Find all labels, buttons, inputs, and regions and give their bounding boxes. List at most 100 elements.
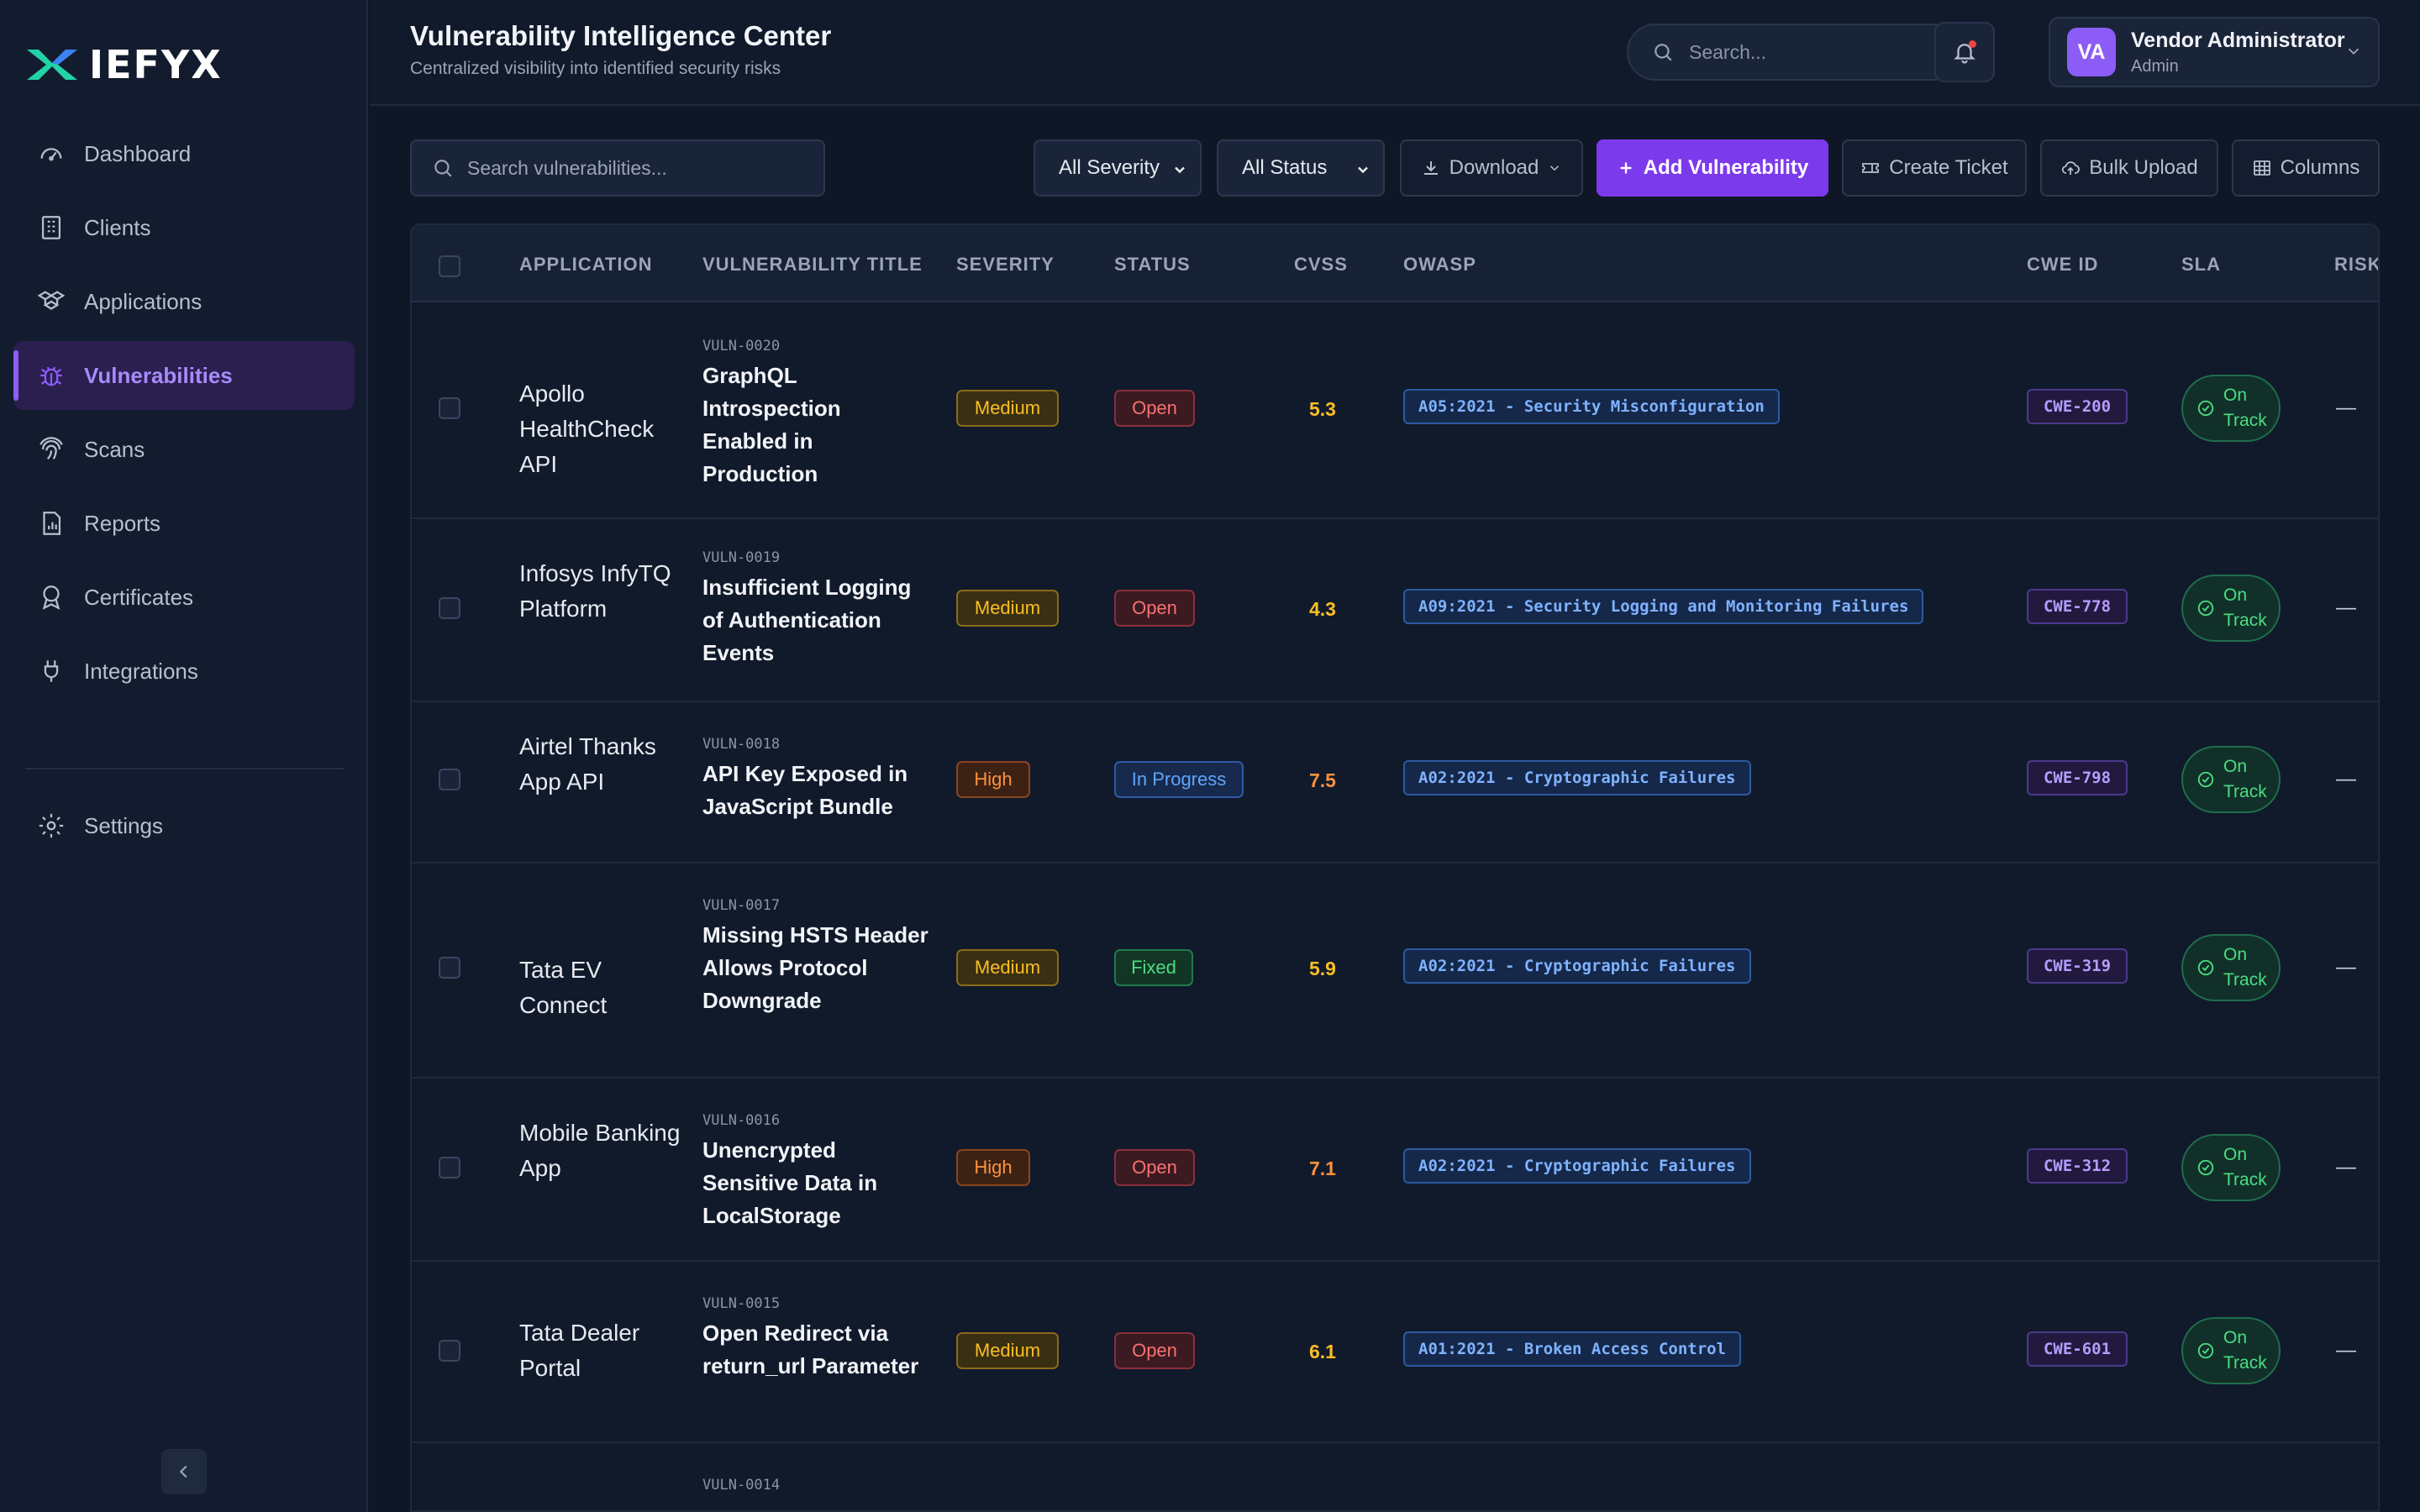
column-status[interactable]: STATUS [1114, 254, 1191, 276]
column-cwe[interactable]: CWE ID [2027, 254, 2098, 276]
application-name: Infosys InfyTQ Platform [519, 560, 671, 622]
column-owasp[interactable]: OWASP [1403, 254, 1476, 276]
status-filter[interactable]: All Status [1217, 139, 1385, 197]
sidebar-item-certificates[interactable]: Certificates [13, 563, 355, 632]
sidebar-item-scans[interactable]: Scans [13, 415, 355, 484]
risk-value: — [2336, 1156, 2356, 1179]
sidebar-item-reports[interactable]: Reports [13, 489, 355, 558]
sidebar-item-label: Dashboard [84, 140, 192, 166]
risk-value: — [2336, 596, 2356, 619]
cwe-tag: CWE-601 [2027, 1331, 2128, 1367]
bulk-upload-label: Bulk Upload [2089, 156, 2198, 179]
sidebar-item-dashboard[interactable]: Dashboard [13, 119, 355, 188]
column-risk[interactable]: RISK [2334, 254, 2378, 276]
sla-badge: On Track [2181, 575, 2281, 642]
check-circle-icon [2197, 959, 2214, 976]
global-search[interactable] [1627, 24, 1963, 81]
cvss-score: 7.1 [1309, 1158, 1336, 1179]
sla-label: On Track [2223, 386, 2267, 430]
building-icon [41, 216, 61, 239]
status-badge: Open [1114, 1332, 1195, 1369]
column-severity[interactable]: SEVERITY [956, 254, 1055, 276]
table-row[interactable]: VULN-0014 [412, 1445, 2378, 1510]
table-row[interactable]: Mobile Banking App VULN-0016 Unencrypted S… [412, 1080, 2378, 1262]
sla-badge: On Track [2181, 934, 2281, 1001]
logo-icon [27, 50, 77, 80]
vulnerability-title[interactable]: API Key Exposed in JavaScript Bundle [702, 758, 929, 823]
sidebar-nav: Dashboard Clients Applications Vulnerabilit… [13, 119, 355, 711]
download-button[interactable]: Download [1400, 139, 1583, 197]
row-checkbox[interactable] [439, 769, 460, 790]
sidebar-item-label: Applications [84, 288, 203, 314]
plus-icon [1620, 162, 1632, 174]
check-circle-icon [2197, 1342, 2214, 1359]
sidebar-item-vulnerabilities[interactable]: Vulnerabilities [13, 341, 355, 410]
vulnerability-title[interactable]: Unencrypted Sensitive Data in LocalStora… [702, 1134, 929, 1232]
sidebar-item-clients[interactable]: Clients [13, 193, 355, 262]
cvss-score: 5.3 [1309, 398, 1336, 420]
status-badge: Open [1114, 390, 1195, 427]
column-sla[interactable]: SLA [2181, 254, 2221, 276]
severity-filter[interactable]: All Severity [1034, 139, 1202, 197]
user-name: Vendor Administrator [2131, 29, 2345, 52]
row-checkbox[interactable] [439, 597, 460, 619]
sidebar-item-integrations[interactable]: Integrations [13, 637, 355, 706]
columns-button[interactable]: Columns [2232, 139, 2380, 197]
sidebar-item-label: Settings [84, 812, 163, 838]
table-row[interactable]: Apollo HealthCheck API VULN-0020 GraphQL I… [412, 304, 2378, 519]
top-header: Vulnerability Intelligence Center Centra… [370, 0, 2420, 106]
table-row[interactable]: Infosys InfyTQ Platform VULN-0019 Insuffic… [412, 521, 2378, 702]
cwe-tag: CWE-200 [2027, 389, 2128, 424]
vulnerabilities-table: APPLICATION VULNERABILITY TITLE SEVERITY… [410, 223, 2380, 1512]
chevron-down-icon [1550, 165, 1560, 171]
row-checkbox[interactable] [439, 957, 460, 979]
vulnerability-title[interactable]: GraphQL Introspection Enabled in Product… [702, 360, 929, 491]
download-icon [1423, 161, 1438, 175]
notifications-button[interactable] [1934, 22, 1995, 82]
collapse-sidebar-button[interactable] [161, 1449, 207, 1494]
vulnerability-search-input[interactable] [467, 156, 803, 180]
column-cvss[interactable]: CVSS [1294, 254, 1348, 276]
sidebar-item-settings[interactable]: Settings [13, 791, 355, 860]
vulnerability-id: VULN-0020 [702, 338, 781, 354]
sidebar-item-applications[interactable]: Applications [13, 267, 355, 336]
severity-badge: High [956, 761, 1030, 798]
table-row[interactable]: Tata EV Connect VULN-0017 Missing HSTS Hea… [412, 865, 2378, 1079]
bulk-upload-button[interactable]: Bulk Upload [2040, 139, 2218, 197]
add-vulnerability-button[interactable]: Add Vulnerability [1597, 139, 1828, 197]
status-filter-value: All Status [1242, 156, 1328, 179]
vulnerability-title[interactable]: Missing HSTS Header Allows Protocol Down… [702, 919, 929, 1017]
check-circle-icon [2197, 771, 2214, 788]
cvss-score: 6.1 [1309, 1341, 1336, 1362]
global-search-input[interactable] [1689, 40, 1924, 64]
column-application[interactable]: APPLICATION [519, 254, 652, 276]
vulnerability-search[interactable] [410, 139, 825, 197]
table-row[interactable]: Tata Dealer Portal VULN-0015 Open Redirect… [412, 1263, 2378, 1443]
column-title[interactable]: VULNERABILITY TITLE [702, 254, 923, 276]
plug-icon [44, 660, 59, 682]
gauge-icon [40, 148, 62, 161]
boxes-icon [37, 291, 66, 310]
create-ticket-button[interactable]: Create Ticket [1842, 139, 2027, 197]
cvss-score: 4.3 [1309, 598, 1336, 620]
row-checkbox[interactable] [439, 397, 460, 419]
select-all-checkbox[interactable] [439, 255, 460, 277]
table-row[interactable]: Airtel Thanks App API VULN-0018 API Key Ex… [412, 704, 2378, 864]
check-circle-icon [2197, 1159, 2214, 1176]
cvss-score: 7.5 [1309, 769, 1336, 791]
cwe-tag: CWE-312 [2027, 1148, 2128, 1184]
row-checkbox[interactable] [439, 1157, 460, 1179]
ticket-icon [1862, 163, 1880, 173]
table-header: APPLICATION VULNERABILITY TITLE SEVERITY… [412, 225, 2378, 302]
vulnerability-title[interactable]: Open Redirect via return_url Parameter [702, 1317, 929, 1383]
avatar: VA [2067, 28, 2116, 76]
row-checkbox[interactable] [439, 1340, 460, 1362]
user-menu[interactable]: VA Vendor Administrator Admin [2049, 17, 2380, 87]
brand-logo[interactable]: IEFYX [27, 42, 223, 87]
severity-badge: Medium [956, 1332, 1059, 1369]
sidebar-item-label: Vulnerabilities [84, 362, 233, 388]
status-badge: Open [1114, 590, 1195, 627]
severity-badge: High [956, 1149, 1030, 1186]
vulnerability-title[interactable]: Insufficient Logging of Authentication E… [702, 571, 929, 669]
application-name: Tata EV Connect [519, 957, 608, 1018]
